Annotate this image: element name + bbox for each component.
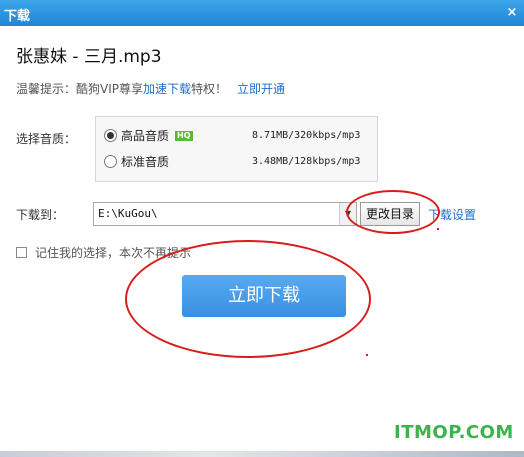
download-path-field[interactable]: E:\KuGou\ ▼ bbox=[93, 202, 357, 226]
hq-badge: HQ bbox=[175, 131, 193, 141]
quality-option-standard[interactable]: 标准音质 bbox=[104, 153, 169, 171]
vip-tip: 温馨提示：酷狗VIP尊享加速下载特权！ 立即开通 bbox=[16, 80, 285, 97]
close-icon[interactable]: × bbox=[504, 5, 520, 21]
quality-option-label: 高品音质 bbox=[121, 129, 170, 143]
accelerate-download-link[interactable]: 加速下载 bbox=[143, 82, 191, 96]
annotation-circle bbox=[125, 240, 371, 358]
song-title: 张惠妹 - 三月.mp3 bbox=[16, 47, 162, 67]
download-to-label: 下载到： bbox=[16, 208, 65, 222]
quality-options: 高品音质 HQ 8.71MB/320kbps/mp3 标准音质 3.48MB/12… bbox=[95, 116, 378, 182]
annotation-circle bbox=[346, 190, 440, 234]
quality-label: 选择音质： bbox=[16, 132, 77, 146]
title-bar: 下载 × bbox=[0, 0, 524, 26]
taskbar-strip bbox=[0, 451, 524, 457]
quality-option-high[interactable]: 高品音质 HQ bbox=[104, 127, 193, 145]
tip-prefix: 温馨提示：酷狗VIP尊享 bbox=[16, 82, 143, 96]
tip-mid: 特权！ bbox=[191, 82, 228, 96]
open-vip-link[interactable]: 立即开通 bbox=[237, 82, 285, 96]
quality-size: 8.71MB/320kbps/mp3 bbox=[252, 130, 361, 141]
quality-option-label: 标准音质 bbox=[121, 155, 170, 169]
download-path-value: E:\KuGou\ bbox=[98, 207, 158, 220]
window-title: 下载 bbox=[4, 9, 31, 24]
radio-icon[interactable] bbox=[104, 155, 117, 168]
checkbox-icon[interactable] bbox=[16, 247, 27, 258]
annotation-dot bbox=[437, 228, 439, 230]
watermark: ITMOP.COM bbox=[394, 422, 514, 443]
quality-size: 3.48MB/128kbps/mp3 bbox=[252, 156, 361, 167]
annotation-dot bbox=[366, 354, 368, 356]
radio-icon[interactable] bbox=[104, 129, 117, 142]
